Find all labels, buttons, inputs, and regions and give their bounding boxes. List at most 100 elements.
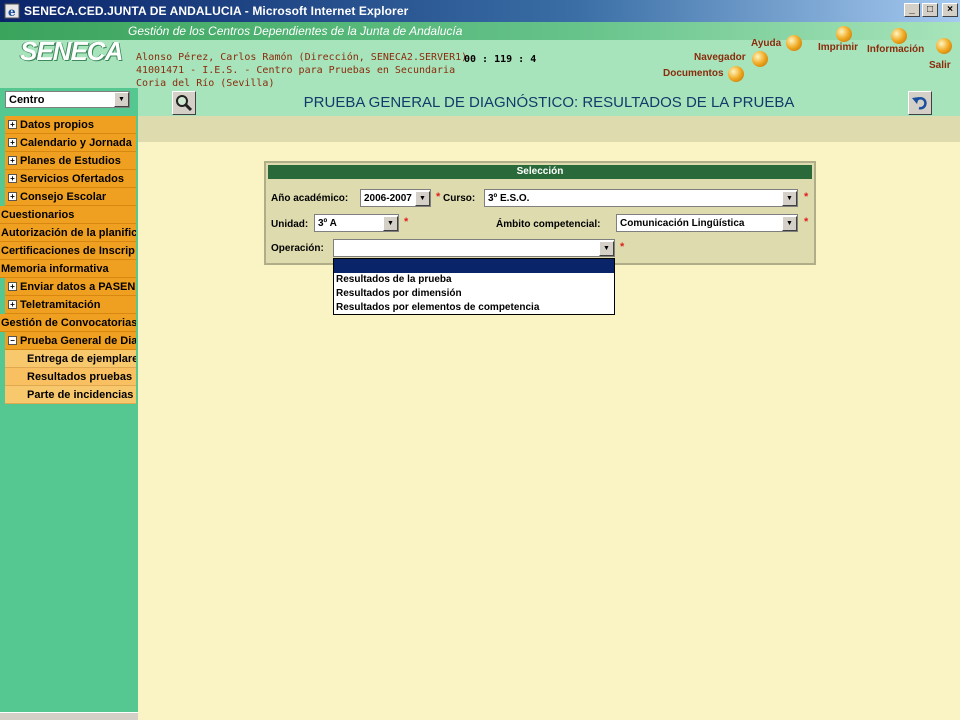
expand-icon[interactable]: + (8, 174, 17, 183)
expand-icon[interactable]: + (8, 192, 17, 201)
sidebar-item-certificaciones[interactable]: Certificaciones de Inscrip (0, 242, 136, 260)
main-content: PRUEBA GENERAL DE DIAGNÓSTICO: RESULTADO… (138, 88, 960, 720)
sidebar-item-label: Entrega de ejemplare (27, 352, 136, 365)
sidebar-item-label: Prueba General de Diag (20, 334, 136, 347)
unidad-select[interactable]: 3º A ▼ (314, 214, 399, 232)
ambito-label: Ámbito competencial: (496, 219, 601, 230)
sidebar-item-entrega[interactable]: Entrega de ejemplare (5, 350, 136, 368)
ayuda-orb-icon[interactable] (786, 35, 802, 51)
informacion-link[interactable]: Información (867, 44, 924, 55)
sidebar-item-teletramitacion[interactable]: + Teletramitación (5, 296, 136, 314)
user-line: Alonso Pérez, Carlos Ramón (Dirección, S… (136, 52, 468, 63)
left-sidebar: Centro ▼ + Datos propios + Calendario y Jo… (0, 88, 138, 720)
back-button[interactable] (908, 91, 932, 115)
sidebar-item-label: Gestión de Convocatorias (1, 316, 136, 329)
unidad-select-value: 3º A (318, 217, 337, 229)
chevron-down-icon[interactable]: ▼ (599, 240, 614, 256)
required-mark: * (436, 191, 441, 203)
expand-icon[interactable]: + (8, 156, 17, 165)
curso-select[interactable]: 3º E.S.O. ▼ (484, 189, 798, 207)
sidebar-item-label: Certificaciones de Inscrip (1, 244, 135, 257)
dropdown-option[interactable]: Resultados por dimensión (334, 287, 614, 301)
sidebar-item-label: Teletramitación (20, 298, 101, 311)
sidebar-item-label: Calendario y Jornada (20, 136, 132, 149)
sidebar-item-autorizacion[interactable]: Autorización de la planific (0, 224, 136, 242)
curso-select-value: 3º E.S.O. (488, 192, 530, 204)
sidebar-item-resultados[interactable]: Resultados pruebas (5, 368, 136, 386)
sidebar-item-label: Enviar datos a PASEN (20, 280, 136, 293)
header-subtitle: Gestión de los Centros Dependientes de l… (128, 24, 463, 38)
sidebar-item-label: Parte de incidencias (27, 388, 134, 401)
selection-panel: Selección Año académico: 2006-2007 ▼ * C… (264, 161, 816, 265)
centro-select[interactable]: Centro ▼ (5, 91, 130, 108)
centro-select-value: Centro (9, 93, 45, 106)
sidebar-item-servicios[interactable]: + Servicios Ofertados (5, 170, 136, 188)
sidebar-item-label: Consejo Escolar (20, 190, 107, 203)
ambito-select[interactable]: Comunicación Lingüística ▼ (616, 214, 798, 232)
app-header: Gestión de los Centros Dependientes de l… (0, 22, 960, 90)
required-mark: * (804, 191, 809, 203)
minimize-button[interactable]: _ (904, 3, 920, 17)
sidebar-item-memoria[interactable]: Memoria informativa (0, 260, 136, 278)
user-info: Alonso Pérez, Carlos Ramón (Dirección, S… (136, 51, 467, 90)
sidebar-item-incidencias[interactable]: Parte de incidencias (5, 386, 136, 404)
imprimir-orb-icon[interactable] (836, 26, 852, 42)
unidad-label: Unidad: (271, 219, 309, 230)
window-titlebar: e SENECA.CED.JUNTA DE ANDALUCIA - Micros… (0, 0, 960, 22)
sidebar-item-label: Autorización de la planific (1, 226, 136, 239)
chevron-down-icon[interactable]: ▼ (782, 190, 797, 206)
page-header: PRUEBA GENERAL DE DIAGNÓSTICO: RESULTADO… (138, 88, 960, 116)
sidebar-item-planes[interactable]: + Planes de Estudios (5, 152, 136, 170)
dropdown-option[interactable]: Resultados por elementos de competencia (334, 301, 614, 315)
sidebar-item-consejo[interactable]: + Consejo Escolar (5, 188, 136, 206)
maximize-button[interactable]: □ (922, 3, 938, 17)
chevron-down-icon[interactable]: ▼ (415, 190, 430, 206)
sidebar-item-cuestionarios[interactable]: Cuestionarios (0, 206, 136, 224)
sidebar-item-calendario[interactable]: + Calendario y Jornada (5, 134, 136, 152)
salir-orb-icon[interactable] (936, 38, 952, 54)
undo-arrow-icon (912, 96, 927, 110)
collapse-icon[interactable]: − (8, 336, 17, 345)
window-controls: _ □ × (904, 3, 958, 17)
informacion-orb-icon[interactable] (891, 28, 907, 44)
sidebar-item-label: Resultados pruebas (27, 370, 133, 383)
expand-icon[interactable]: + (8, 138, 17, 147)
anio-select-value: 2006-2007 (364, 192, 412, 204)
anio-select[interactable]: 2006-2007 ▼ (360, 189, 431, 207)
sidebar-menu: + Datos propios + Calendario y Jornada + Pl… (0, 116, 136, 404)
chevron-down-icon[interactable]: ▼ (383, 215, 398, 231)
ie-icon: e (4, 3, 20, 19)
ayuda-link[interactable]: Ayuda (751, 38, 781, 49)
close-button[interactable]: × (942, 3, 958, 17)
expand-icon[interactable]: + (8, 120, 17, 129)
chevron-down-icon[interactable]: ▼ (114, 92, 129, 107)
expand-icon[interactable]: + (8, 282, 17, 291)
operacion-label: Operación: (271, 243, 324, 254)
seneca-logo: SENECA (14, 32, 124, 80)
dropdown-option[interactable] (334, 259, 614, 273)
chevron-down-icon[interactable]: ▼ (782, 215, 797, 231)
salir-link[interactable]: Salir (929, 60, 951, 71)
operacion-select[interactable]: ▼ (333, 239, 615, 257)
dropdown-option[interactable]: Resultados de la prueba (334, 273, 614, 287)
required-mark: * (804, 216, 809, 228)
imprimir-link[interactable]: Imprimir (818, 42, 858, 53)
navegador-orb-icon[interactable] (752, 51, 768, 67)
sidebar-item-label: Datos propios (20, 118, 94, 131)
documentos-orb-icon[interactable] (728, 66, 744, 82)
navegador-link[interactable]: Navegador (694, 52, 746, 63)
center-line: 41001471 - I.E.S. - Centro para Pruebas … (136, 65, 456, 76)
documentos-link[interactable]: Documentos (663, 68, 724, 79)
page-subheader (138, 116, 960, 142)
ambito-select-value: Comunicación Lingüística (620, 217, 745, 229)
expand-icon[interactable]: + (8, 300, 17, 309)
sidebar-item-label: Planes de Estudios (20, 154, 121, 167)
anio-label: Año académico: (271, 193, 349, 204)
sidebar-item-datos-propios[interactable]: + Datos propios (5, 116, 136, 134)
sidebar-item-convocatorias[interactable]: Gestión de Convocatorias (0, 314, 136, 332)
sidebar-horizontal-scrollbar[interactable] (0, 712, 138, 720)
operacion-dropdown-list: Resultados de la prueba Resultados por d… (333, 258, 615, 315)
sidebar-item-prueba-general[interactable]: − Prueba General de Diag (5, 332, 136, 350)
required-mark: * (620, 241, 625, 253)
sidebar-item-pasen[interactable]: + Enviar datos a PASEN (5, 278, 136, 296)
